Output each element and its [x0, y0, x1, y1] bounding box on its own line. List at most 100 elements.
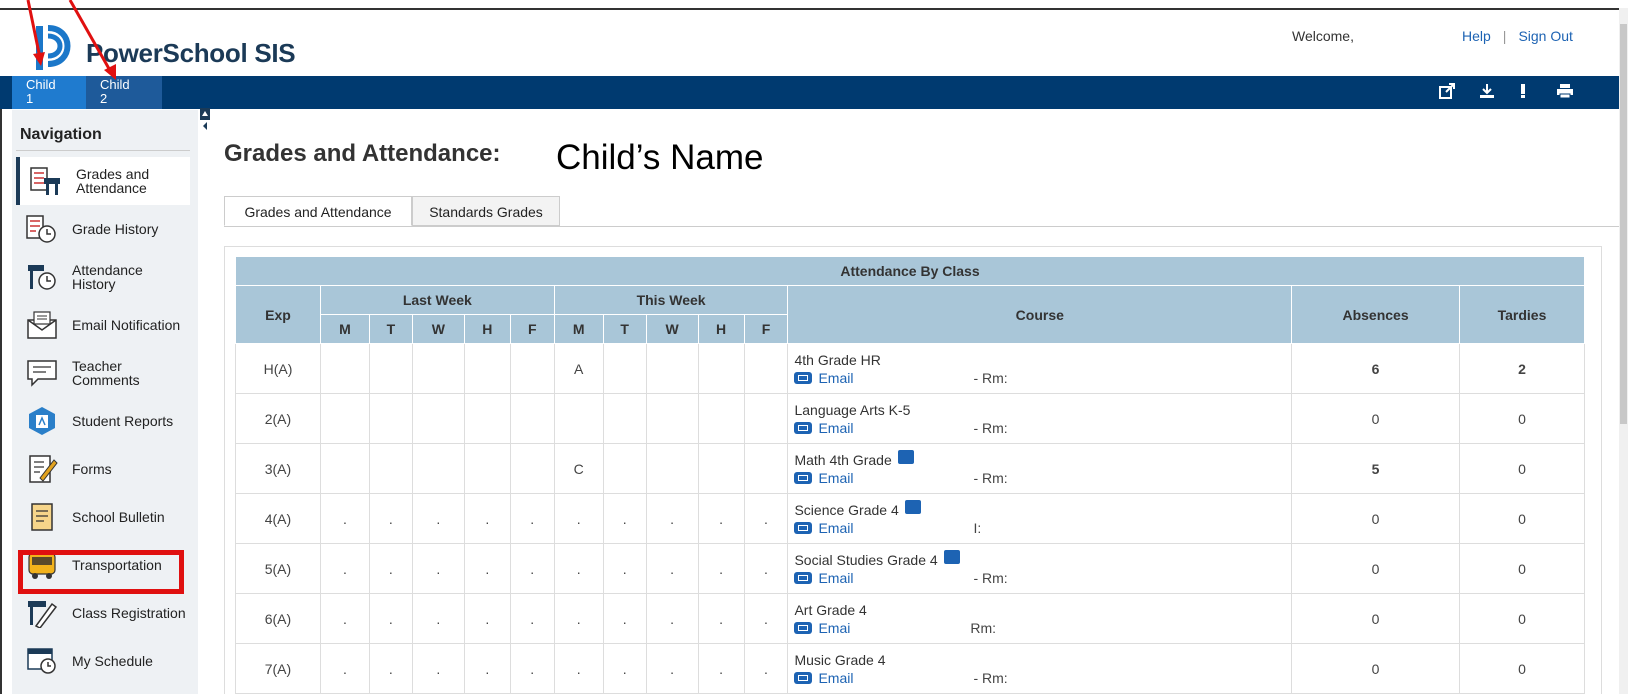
sidebar-navigation: Navigation Grades and Attendance Grade H… — [12, 110, 198, 694]
print-icon[interactable] — [1556, 83, 1574, 101]
last-week-day-cell — [509, 393, 555, 444]
tardies-cell[interactable]: 2 — [1458, 343, 1586, 394]
this-week-day-cell: . — [645, 493, 699, 544]
class-group-icon[interactable] — [904, 500, 921, 514]
room-label: - Rm: — [973, 669, 1008, 686]
last-week-day-cell — [368, 393, 413, 444]
table-caption: Attendance By Class — [235, 256, 1585, 286]
teacher-email-link[interactable]: Emai — [818, 620, 850, 636]
student-tab-label: Child — [100, 77, 130, 92]
this-week-day-cell: . — [645, 543, 699, 594]
this-week-day-cell — [645, 343, 699, 394]
sidebar-item-label: Grade History — [72, 221, 159, 237]
transportation-highlight-box — [18, 550, 184, 594]
last-week-day-cell: . — [319, 593, 370, 644]
last-week-day-cell: . — [411, 543, 465, 594]
day-header: W — [645, 314, 699, 344]
grades-attendance-icon — [30, 167, 60, 195]
school-bulletin-icon — [31, 503, 53, 531]
sidebar-item-teacher-comments[interactable]: Teacher Comments — [16, 349, 190, 397]
absences-cell[interactable]: 5 — [1291, 443, 1460, 494]
teacher-email-link[interactable]: Email — [818, 520, 853, 536]
scrollbar[interactable] — [1619, 8, 1628, 694]
this-week-day-cell: . — [697, 493, 745, 544]
sidebar-item-label: Attendance History — [72, 262, 143, 292]
sign-out-link[interactable]: Sign Out — [1518, 28, 1572, 44]
last-week-day-cell: . — [411, 493, 465, 544]
this-week-day-cell — [602, 343, 647, 394]
col-header-absences: Absences — [1291, 285, 1460, 344]
last-week-day-cell: . — [368, 493, 413, 544]
email-icon — [794, 421, 813, 434]
sidebar-item-school-bulletin[interactable]: School Bulletin — [16, 493, 190, 541]
absences-cell: 0 — [1291, 493, 1460, 544]
exp-cell: 5(A) — [235, 543, 321, 594]
absences-cell: 0 — [1291, 593, 1460, 644]
collapse-toggle[interactable] — [200, 108, 210, 134]
help-link[interactable]: Help — [1462, 28, 1491, 44]
download-icon[interactable] — [1478, 83, 1496, 101]
last-week-day-cell — [509, 343, 555, 394]
tab-grades-and-attendance[interactable]: Grades and Attendance — [224, 196, 412, 226]
table-row: 6(A).......... Art Grade 4 Emai Rm: 0 0 — [235, 593, 1586, 644]
teacher-email-link[interactable]: Email — [818, 420, 853, 436]
last-week-day-cell: . — [368, 543, 413, 594]
sidebar-item-class-registration[interactable]: Class Registration — [16, 589, 190, 637]
sidebar-item-my-schedule[interactable]: My Schedule — [16, 637, 190, 685]
last-week-day-cell — [368, 443, 413, 494]
this-week-day-cell: . — [602, 643, 647, 694]
sidebar-item-label: Student Reports — [72, 413, 174, 429]
scrollbar-thumb[interactable] — [1620, 24, 1627, 424]
sidebar-item-label: Teacher Comments — [72, 358, 140, 388]
course-name: Language Arts K-5 — [794, 401, 911, 418]
sidebar-item-email-notification[interactable]: Email Notification — [16, 301, 190, 349]
sidebar-item-grades-and-attendance[interactable]: Grades and Attendance — [16, 157, 190, 205]
this-week-day-cell: . — [553, 493, 604, 544]
student-tab-child-1[interactable]: Child 1 — [12, 76, 86, 109]
last-week-day-cell — [509, 443, 555, 494]
alert-icon[interactable] — [1514, 83, 1532, 101]
room-label: Rm: — [970, 619, 997, 636]
this-week-day-cell — [697, 443, 745, 494]
nav-heading: Navigation — [20, 126, 102, 143]
teacher-email-link[interactable]: Email — [818, 570, 853, 586]
this-week-day-cell: A — [553, 343, 604, 394]
student-tab-number: 1 — [26, 91, 34, 106]
absences-cell: 0 — [1291, 643, 1460, 694]
table-row: 5(A).......... Social Studies Grade 4 Emai… — [235, 543, 1586, 594]
class-group-icon[interactable] — [943, 550, 960, 564]
last-week-day-cell: . — [509, 543, 555, 594]
course-cell: Music Grade 4 Email - Rm: — [787, 643, 1293, 694]
this-week-day-cell: . — [602, 593, 647, 644]
sidebar-item-grade-history[interactable]: Grade History — [16, 205, 190, 253]
absences-cell: 0 — [1291, 393, 1460, 444]
last-week-day-cell — [463, 343, 511, 394]
sidebar-item-forms[interactable]: Forms — [16, 445, 190, 493]
this-week-day-cell: C — [553, 443, 604, 494]
day-header: M — [553, 314, 604, 344]
day-header: T — [602, 314, 647, 344]
course-name: Science Grade 4 — [794, 502, 899, 518]
table-row: 3(A) C Math 4th Grade Email - Rm: 5 0 — [235, 443, 1586, 494]
this-week-day-cell: . — [553, 643, 604, 694]
teacher-email-link[interactable]: Email — [818, 670, 853, 686]
sidebar-item-label: Class Registration — [72, 605, 186, 621]
this-week-day-cell: . — [697, 593, 745, 644]
sidebar-item-student-reports[interactable]: Student Reports — [16, 397, 190, 445]
this-week-day-cell: . — [697, 643, 745, 694]
tab-standards-grades[interactable]: Standards Grades — [412, 196, 560, 226]
teacher-email-link[interactable]: Email — [818, 370, 853, 386]
external-link-icon[interactable] — [1438, 83, 1456, 101]
class-group-icon[interactable] — [897, 450, 914, 464]
course-name: Art Grade 4 — [794, 601, 867, 618]
student-tab-child-2[interactable]: Child 2 — [86, 76, 162, 109]
email-icon — [794, 472, 813, 484]
exp-cell: H(A) — [235, 343, 321, 394]
absences-cell[interactable]: 6 — [1291, 343, 1460, 394]
teacher-email-link[interactable]: Email — [818, 470, 853, 486]
sidebar-item-attendance-history[interactable]: Attendance History — [16, 253, 190, 301]
exp-cell: 2(A) — [235, 393, 321, 444]
attendance-table: Attendance By Class Exp Last Week This W… — [235, 256, 1586, 694]
day-header: H — [697, 314, 745, 344]
last-week-day-cell — [319, 443, 370, 494]
